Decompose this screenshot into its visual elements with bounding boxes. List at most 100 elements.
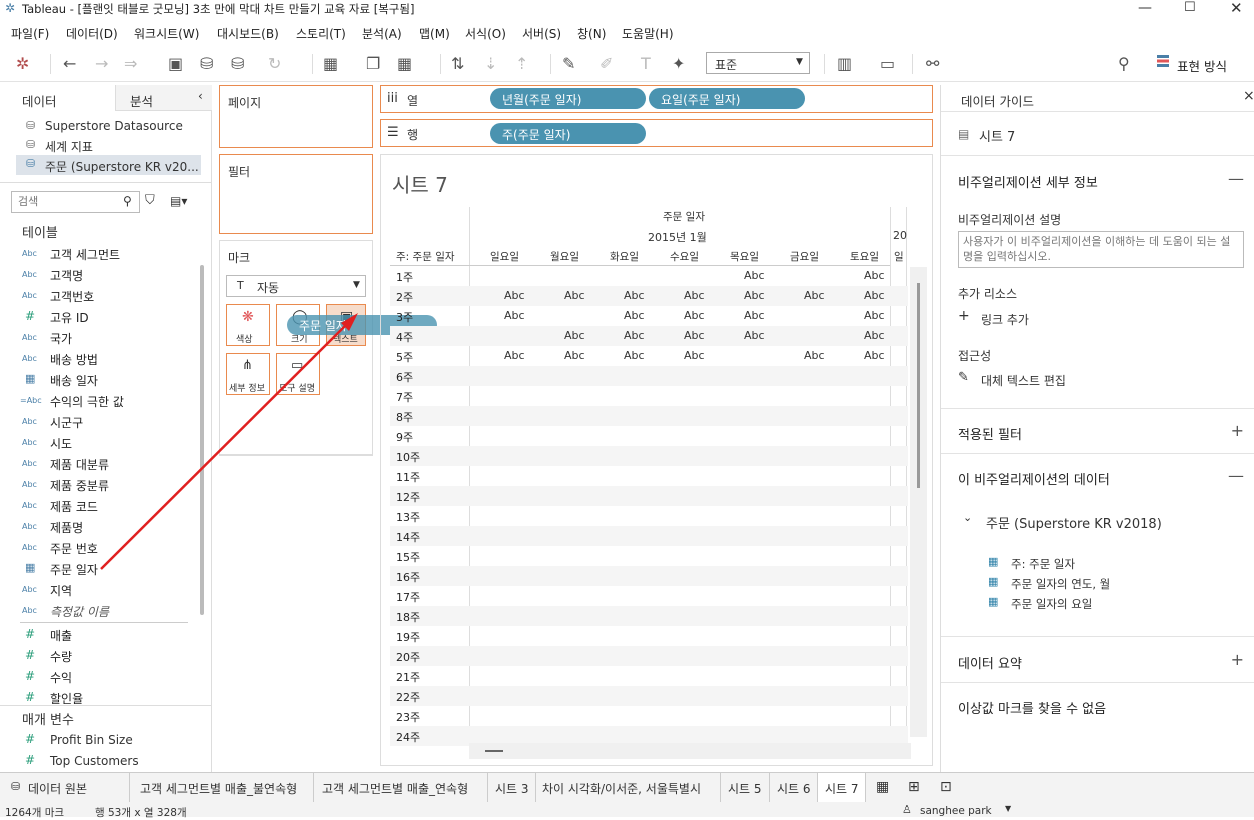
labels-icon[interactable]: T bbox=[641, 54, 651, 73]
menu-file[interactable]: 파일(F) bbox=[11, 25, 49, 42]
tab-sheet[interactable]: 차이 시각화/이서준, 서울특별시 bbox=[536, 773, 721, 802]
sort-asc-icon[interactable]: ⇣ bbox=[484, 54, 497, 73]
menu-data[interactable]: 데이터(D) bbox=[66, 25, 118, 42]
week-label[interactable]: 8주 bbox=[396, 409, 413, 425]
column-pill[interactable]: 년월(주문 일자) bbox=[490, 88, 646, 109]
filters-shelf[interactable]: 필터 bbox=[219, 154, 373, 234]
week-label[interactable]: 3주 bbox=[396, 309, 413, 325]
color-button[interactable]: ❋ 색상 bbox=[226, 304, 270, 346]
duplicate-icon[interactable]: ❐ bbox=[366, 54, 380, 73]
alt-text-link[interactable]: 대체 텍스트 편집 bbox=[981, 372, 1066, 389]
table-cell[interactable]: Abc bbox=[864, 349, 885, 362]
search-field[interactable] bbox=[18, 195, 118, 208]
view-options-icon[interactable]: ▤▾ bbox=[170, 194, 187, 208]
week-label[interactable]: 6주 bbox=[396, 369, 413, 385]
menu-server[interactable]: 서버(S) bbox=[522, 25, 561, 42]
measure-field[interactable]: 수량 bbox=[50, 648, 72, 665]
collapse-icon[interactable]: — bbox=[1228, 466, 1244, 485]
redo-icon[interactable]: → bbox=[95, 54, 108, 73]
table-cell[interactable]: Abc bbox=[624, 329, 645, 342]
table-cell[interactable]: Abc bbox=[504, 289, 525, 302]
table-cell[interactable]: Abc bbox=[564, 329, 585, 342]
maximize-button[interactable]: ☐ bbox=[1184, 0, 1196, 15]
new-worksheet-icon[interactable]: ▦ bbox=[323, 54, 338, 73]
tab-sheet[interactable]: 시트 6 bbox=[770, 773, 818, 802]
param-item[interactable]: Profit Bin Size bbox=[50, 733, 133, 747]
week-label[interactable]: 5주 bbox=[396, 349, 413, 365]
vertical-scrollbar[interactable] bbox=[910, 267, 927, 737]
week-label[interactable]: 24주 bbox=[396, 729, 420, 745]
week-label[interactable]: 13주 bbox=[396, 509, 420, 525]
dimension-field[interactable]: 시군구 bbox=[50, 414, 83, 431]
tab-sheet[interactable]: 고객 세그먼트별 매출_불연속형 bbox=[130, 773, 314, 802]
week-label[interactable]: 7주 bbox=[396, 389, 413, 405]
week-label[interactable]: 9주 bbox=[396, 429, 413, 445]
table-cell[interactable]: Abc bbox=[684, 309, 705, 322]
tab-sheet-active[interactable]: 시트 7 bbox=[818, 773, 866, 802]
dimension-field[interactable]: 제품 중분류 bbox=[50, 477, 109, 494]
week-label[interactable]: 20주 bbox=[396, 649, 420, 665]
tooltip-button[interactable]: ▭ 도구 설명 bbox=[276, 353, 320, 395]
tab-sheet[interactable]: 시트 3 bbox=[488, 773, 536, 802]
week-label[interactable]: 16주 bbox=[396, 569, 420, 585]
filter-icon[interactable]: ⛉ bbox=[145, 193, 155, 208]
dimension-field[interactable]: 국가 bbox=[50, 330, 72, 347]
table-cell[interactable]: Abc bbox=[744, 309, 765, 322]
dimension-field[interactable]: 제품 코드 bbox=[50, 498, 98, 515]
measure-field[interactable]: 수익 bbox=[50, 669, 72, 686]
search-input[interactable]: ⚲ bbox=[11, 191, 140, 213]
show-me-button[interactable]: 표현 방식 bbox=[1177, 56, 1227, 75]
user-name[interactable]: sanghee park bbox=[920, 805, 992, 817]
dimension-field[interactable]: 지역 bbox=[50, 582, 72, 599]
pause-updates-icon[interactable]: ⛁ bbox=[231, 54, 244, 73]
table-cell[interactable]: Abc bbox=[744, 289, 765, 302]
week-label[interactable]: 15주 bbox=[396, 549, 420, 565]
chevron-down-icon[interactable]: ▼ bbox=[1005, 804, 1011, 813]
table-cell[interactable]: Abc bbox=[624, 349, 645, 362]
table-cell[interactable]: Abc bbox=[864, 329, 885, 342]
fit-select[interactable]: 표준 ▼ bbox=[706, 52, 810, 74]
chevron-down-icon[interactable]: ⌄ bbox=[963, 511, 972, 524]
table-cell[interactable]: Abc bbox=[504, 349, 525, 362]
show-cards-icon[interactable]: ▥ bbox=[837, 54, 852, 73]
week-label[interactable]: 19주 bbox=[396, 629, 420, 645]
rows-shelf[interactable]: ☰ 행 bbox=[380, 119, 933, 147]
menu-worksheet[interactable]: 워크시트(W) bbox=[134, 25, 199, 42]
dimension-field[interactable]: 고객번호 bbox=[50, 288, 94, 305]
table-cell[interactable]: Abc bbox=[744, 269, 765, 282]
week-label[interactable]: 10주 bbox=[396, 449, 420, 465]
tab-analysis[interactable]: 분석 ‹ bbox=[115, 85, 212, 111]
week-label[interactable]: 2주 bbox=[396, 289, 413, 305]
pages-shelf[interactable]: 페이지 bbox=[219, 85, 373, 148]
tab-sheet[interactable]: 시트 5 bbox=[721, 773, 770, 802]
week-label[interactable]: 18주 bbox=[396, 609, 420, 625]
new-sheet-icon[interactable]: ▦ bbox=[876, 779, 889, 795]
tab-datasource[interactable]: ⛁ 데이터 원본 bbox=[0, 773, 130, 802]
table-cell[interactable]: Abc bbox=[564, 289, 585, 302]
datasource-item[interactable]: 세계 지표 bbox=[45, 138, 93, 155]
dimension-field[interactable]: 배송 방법 bbox=[50, 351, 98, 368]
table-cell[interactable]: Abc bbox=[564, 349, 585, 362]
week-label[interactable]: 14주 bbox=[396, 529, 420, 545]
menu-format[interactable]: 서식(O) bbox=[465, 25, 506, 42]
week-label[interactable]: 1주 bbox=[396, 269, 413, 285]
datasource-item-selected[interactable]: ⛁ 주문 (Superstore KR v20... bbox=[16, 155, 201, 175]
new-dashboard-icon[interactable]: ⊞ bbox=[908, 779, 920, 795]
share-icon[interactable]: ⚯ bbox=[926, 54, 939, 73]
highlight-icon[interactable]: ✎ bbox=[562, 54, 575, 73]
table-cell[interactable]: Abc bbox=[804, 349, 825, 362]
dimension-field[interactable]: 주문 일자 bbox=[50, 561, 98, 578]
dimension-field[interactable]: 배송 일자 bbox=[50, 372, 98, 389]
dimension-field[interactable]: 고객명 bbox=[50, 267, 83, 284]
week-label[interactable]: 17주 bbox=[396, 589, 420, 605]
table-cell[interactable]: Abc bbox=[864, 309, 885, 322]
week-label[interactable]: 22주 bbox=[396, 689, 420, 705]
replay-icon[interactable]: ⇒ bbox=[124, 54, 137, 73]
week-label[interactable]: 23주 bbox=[396, 709, 420, 725]
param-item[interactable]: Top Customers bbox=[50, 754, 139, 768]
new-story-icon[interactable]: ⊡ bbox=[940, 779, 952, 795]
week-label[interactable]: 12주 bbox=[396, 489, 420, 505]
menu-analysis[interactable]: 분석(A) bbox=[362, 25, 402, 42]
menu-map[interactable]: 맵(M) bbox=[419, 25, 450, 42]
table-cell[interactable]: Abc bbox=[684, 289, 705, 302]
